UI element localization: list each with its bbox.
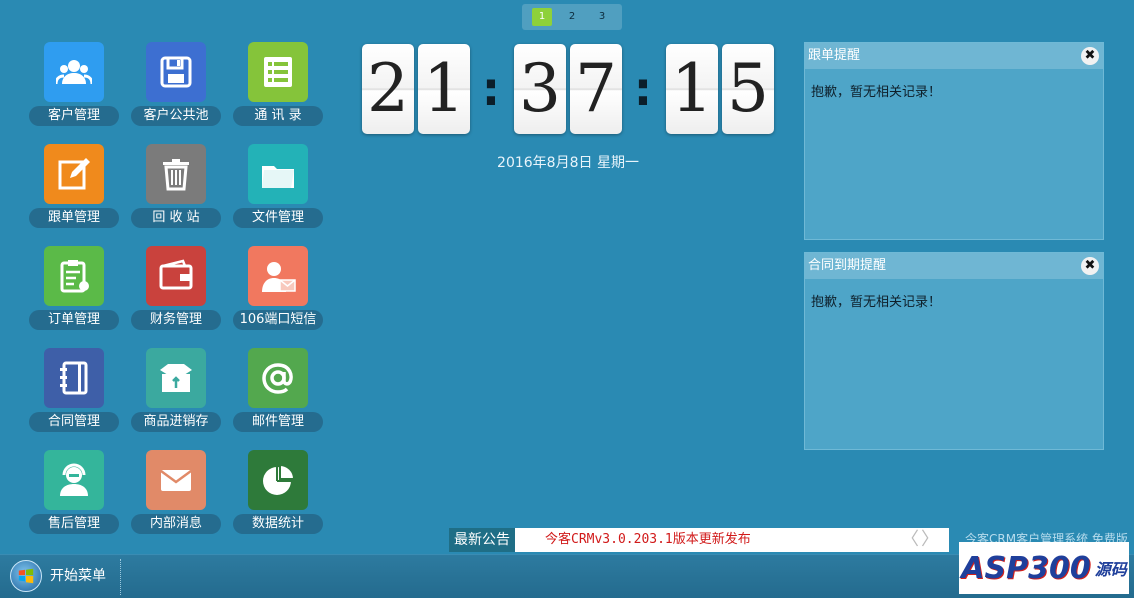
- app-label: 合同管理: [29, 412, 119, 432]
- app-label: 客户公共池: [131, 106, 221, 126]
- clipboard-icon: [44, 246, 104, 306]
- app-label: 财务管理: [131, 310, 221, 330]
- app-label: 跟单管理: [29, 208, 119, 228]
- app-label: 数据统计: [233, 514, 323, 534]
- page-1-button[interactable]: 1: [532, 8, 552, 26]
- envelope-icon: [146, 450, 206, 510]
- app-label: 回 收 站: [131, 208, 221, 228]
- list-icon: [248, 42, 308, 102]
- next-arrow-icon[interactable]: 〉: [921, 528, 939, 552]
- clock-separator: :: [633, 62, 653, 116]
- taskbar-divider: [120, 559, 121, 595]
- app-statistics[interactable]: 数据统计: [233, 450, 323, 545]
- panel-title: 跟单提醒: [808, 48, 861, 63]
- pie-chart-icon: [248, 450, 308, 510]
- windows-logo-icon[interactable]: [10, 560, 42, 592]
- clock-minute-ones: 7: [570, 44, 622, 134]
- announcement-text[interactable]: 今客CRMv3.0.203.1版本更新发布: [545, 532, 751, 547]
- app-mail-management[interactable]: 邮件管理: [233, 348, 323, 443]
- page-switcher: 1 2 3: [522, 4, 622, 30]
- contract-expiry-reminder-panel: 合同到期提醒 ✖ 抱歉，暂无相关记录！: [804, 252, 1104, 450]
- at-sign-icon: [248, 348, 308, 408]
- clock-hour-tens: 2: [362, 44, 414, 134]
- clock-minute-tens: 3: [514, 44, 566, 134]
- asp300-watermark-logo: ASP300 源码: [959, 542, 1129, 594]
- app-file-management[interactable]: 文件管理: [233, 144, 323, 239]
- clock-second-tens: 1: [666, 44, 718, 134]
- app-label: 通 讯 录: [233, 106, 323, 126]
- clock-separator: :: [481, 62, 501, 116]
- follow-up-reminder-panel: 跟单提醒 ✖ 抱歉，暂无相关记录！: [804, 42, 1104, 240]
- app-contacts[interactable]: 通 讯 录: [233, 42, 323, 137]
- floppy-disk-icon: [146, 42, 206, 102]
- watermark-text: ASP300: [961, 550, 1091, 586]
- notebook-icon: [44, 348, 104, 408]
- app-sms-106[interactable]: 106端口短信: [233, 246, 323, 341]
- folder-icon: [248, 144, 308, 204]
- app-follow-up[interactable]: 跟单管理: [29, 144, 119, 239]
- edit-icon: [44, 144, 104, 204]
- page-3-button[interactable]: 3: [592, 8, 612, 26]
- app-label: 文件管理: [233, 208, 323, 228]
- app-label: 邮件管理: [233, 412, 323, 432]
- app-label: 106端口短信: [233, 310, 323, 330]
- app-inventory[interactable]: 商品进销存: [131, 348, 221, 443]
- app-label: 售后管理: [29, 514, 119, 534]
- close-icon[interactable]: ✖: [1081, 257, 1099, 275]
- panel-title: 合同到期提醒: [808, 258, 887, 273]
- app-label: 订单管理: [29, 310, 119, 330]
- prev-arrow-icon[interactable]: 〈: [901, 528, 919, 552]
- clock-hour-ones: 1: [418, 44, 470, 134]
- app-label: 内部消息: [131, 514, 221, 534]
- box-icon: [146, 348, 206, 408]
- app-label: 客户管理: [29, 106, 119, 126]
- users-icon: [44, 42, 104, 102]
- panel-header: 合同到期提醒 ✖: [805, 253, 1103, 279]
- support-agent-icon: [44, 450, 104, 510]
- trash-icon: [146, 144, 206, 204]
- panel-message: 抱歉，暂无相关记录！: [811, 85, 942, 100]
- announcement-title: 最新公告: [449, 528, 515, 552]
- app-internal-messages[interactable]: 内部消息: [131, 450, 221, 545]
- panel-header: 跟单提醒 ✖: [805, 43, 1103, 69]
- wallet-icon: [146, 246, 206, 306]
- clock-second-ones: 5: [722, 44, 774, 134]
- start-menu-button[interactable]: 开始菜单: [50, 555, 106, 598]
- app-customer-management[interactable]: 客户管理: [29, 42, 119, 137]
- close-icon[interactable]: ✖: [1081, 47, 1099, 65]
- announcement-ticker[interactable]: 今客CRMv3.0.203.1版本更新发布 〈 〉: [515, 528, 949, 552]
- app-contract-management[interactable]: 合同管理: [29, 348, 119, 443]
- sms-person-icon: [248, 246, 308, 306]
- app-recycle-bin[interactable]: 回 收 站: [131, 144, 221, 239]
- panel-message: 抱歉，暂无相关记录！: [811, 295, 942, 310]
- app-label: 商品进销存: [131, 412, 221, 432]
- app-customer-pool[interactable]: 客户公共池: [131, 42, 221, 137]
- app-after-sales[interactable]: 售后管理: [29, 450, 119, 545]
- page-2-button[interactable]: 2: [562, 8, 582, 26]
- app-finance[interactable]: 财务管理: [131, 246, 221, 341]
- watermark-suffix: 源码: [1094, 560, 1127, 579]
- date-display: 2016年8月8日 星期一: [497, 155, 639, 171]
- app-order-management[interactable]: 订单管理: [29, 246, 119, 341]
